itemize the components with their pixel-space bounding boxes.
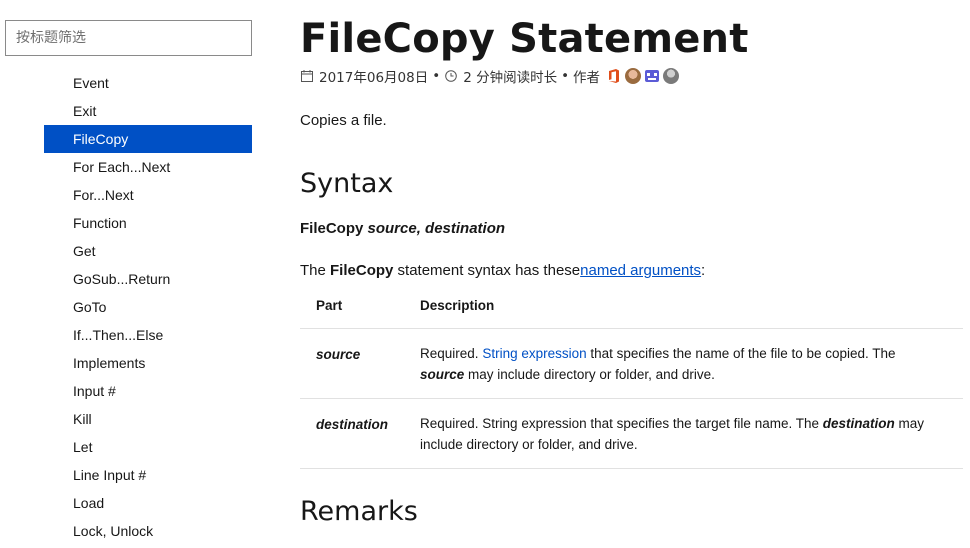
toc-item-get[interactable]: Get [44, 237, 252, 265]
filter-box[interactable] [5, 20, 252, 56]
toc-item-lock-unlock[interactable]: Lock, Unlock [44, 517, 252, 545]
contributor-avatar[interactable] [625, 68, 642, 84]
table-row: source Required. String expression that … [300, 328, 963, 399]
toc-item-line-input[interactable]: Line Input # [44, 461, 252, 489]
toc-item-event[interactable]: Event [44, 69, 252, 97]
param-description: Required. String expression that specifi… [404, 328, 963, 399]
syntax-args: source, destination [367, 220, 506, 237]
toc-item-if-then-else[interactable]: If...Then...Else [44, 321, 252, 349]
author-label: 作者 [573, 70, 601, 86]
named-arguments-link[interactable]: named arguments [580, 262, 701, 279]
read-time: 2 分钟阅读时长 [463, 70, 558, 86]
contributor-avatar[interactable] [644, 68, 661, 84]
syntax-keyword: FileCopy [300, 220, 364, 237]
parameters-table: Part Description source Required. String… [300, 284, 963, 469]
desc-text: Required. String expression that specifi… [420, 415, 823, 431]
desc-text: Required. [420, 345, 483, 361]
toc-list: Event Exit FileCopy For Each...Next For.… [44, 69, 252, 545]
contributor-avatar[interactable] [663, 68, 680, 84]
article-meta: 2017年06月08日 • 2 分钟阅读时长 • 作者 [300, 66, 680, 86]
column-header-part: Part [300, 284, 405, 329]
table-row: destination Required. String expression … [300, 398, 963, 469]
calendar-icon [300, 69, 314, 83]
args-prefix: The [300, 262, 331, 279]
toc-item-load[interactable]: Load [44, 489, 252, 517]
toc-item-input[interactable]: Input # [44, 377, 252, 405]
column-header-description: Description [404, 284, 963, 329]
args-keyword: FileCopy [330, 262, 394, 279]
toc-item-gosub-return[interactable]: GoSub...Return [44, 265, 252, 293]
article-date: 2017年06月08日 [319, 70, 429, 86]
filter-input[interactable] [16, 30, 251, 46]
args-middle: statement syntax has these [393, 262, 581, 279]
table-header-row: Part Description [300, 284, 963, 329]
toc-item-implements[interactable]: Implements [44, 349, 252, 377]
args-suffix: : [701, 262, 706, 279]
remarks-heading: Remarks [300, 496, 418, 527]
named-args-intro: The FileCopy statement syntax has thesen… [300, 262, 705, 279]
toc-item-let[interactable]: Let [44, 433, 252, 461]
contributor-avatars [606, 68, 680, 84]
param-name: source [300, 328, 405, 399]
syntax-heading: Syntax [300, 168, 394, 199]
toc-item-kill[interactable]: Kill [44, 405, 252, 433]
syntax-line: FileCopy source, destination [300, 220, 505, 237]
desc-text: that specifies the name of the file to b… [586, 345, 896, 361]
toc-item-for-next[interactable]: For...Next [44, 181, 252, 209]
intro-paragraph: Copies a file. [300, 112, 387, 129]
office-logo-avatar[interactable] [606, 68, 622, 84]
param-name: destination [300, 398, 405, 469]
desc-emphasis: destination [822, 415, 895, 431]
meta-separator: • [561, 68, 570, 84]
desc-emphasis: source [420, 366, 465, 382]
param-description: Required. String expression that specifi… [404, 398, 963, 469]
toc-item-for-each-next[interactable]: For Each...Next [44, 153, 252, 181]
string-expression-link[interactable]: String expression [482, 346, 586, 361]
toc-item-filecopy[interactable]: FileCopy [44, 125, 252, 153]
toc-item-function[interactable]: Function [44, 209, 252, 237]
meta-separator: • [432, 68, 441, 84]
clock-icon [444, 69, 458, 83]
sidebar: Event Exit FileCopy For Each...Next For.… [0, 0, 262, 548]
desc-text: may include directory or folder, and dri… [464, 366, 715, 382]
toc-item-exit[interactable]: Exit [44, 97, 252, 125]
toc-item-goto[interactable]: GoTo [44, 293, 252, 321]
page-title: FileCopy Statement [300, 16, 749, 62]
